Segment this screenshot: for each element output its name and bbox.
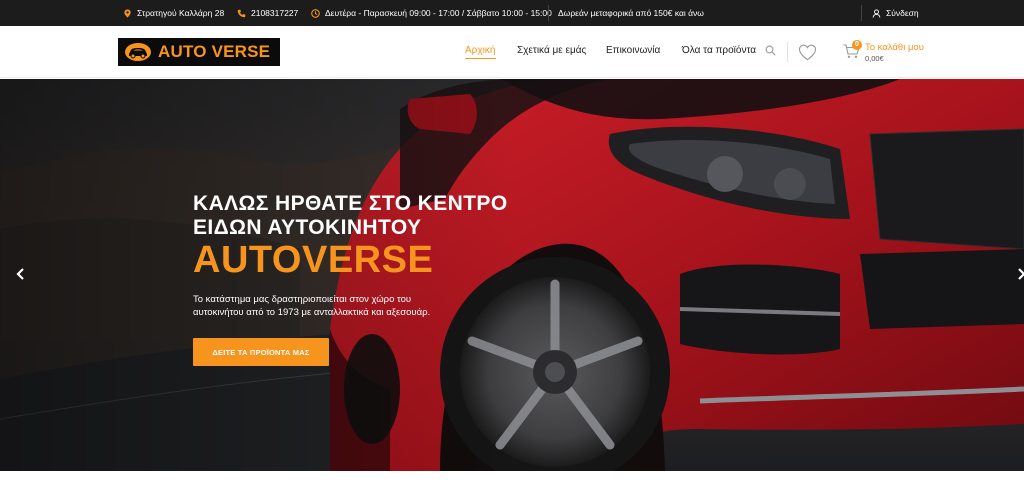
phone-text[interactable]: 2108317227	[251, 8, 298, 18]
hero-description-line: αυτοκινήτου από το 1973 με ανταλλακτικά …	[193, 307, 431, 318]
nav-item-contact[interactable]: Επικοινωνία	[606, 45, 660, 56]
car-logo-icon	[125, 43, 151, 61]
address-info: Στρατηγού Καλλάρη 28	[123, 0, 224, 26]
main-header: AUTO VERSE Αρχική Σχετικά με εμάς Επικοι…	[0, 26, 1024, 78]
shipping-text: Δωρεάν μεταφορικά από 150€ και άνω	[558, 8, 704, 18]
hero-slider: ΚΑΛΩΣ ΗΡΘΑΤΕ ΣΤΟ ΚΕΝΤΡΟ ΕΙΔΩΝ ΑΥΤΟΚΙΝΗΤΟ…	[0, 79, 1024, 471]
cart-button[interactable]: 0 Το καλάθι μου 0,00€	[843, 40, 943, 66]
hero-car-image	[0, 79, 1024, 471]
login-link[interactable]: Σύνδεση	[872, 0, 919, 26]
clock-icon	[311, 8, 320, 18]
logo-text: AUTO VERSE	[158, 42, 271, 61]
cart-label[interactable]: Το καλάθι μου	[865, 42, 924, 53]
nav-item-about[interactable]: Σχετικά με εμάς	[517, 45, 586, 56]
hero-title: ΚΑΛΩΣ ΗΡΘΑΤΕ ΣΤΟ ΚΕΝΤΡΟ ΕΙΔΩΝ ΑΥΤΟΚΙΝΗΤΟ…	[193, 192, 508, 240]
slider-next-arrow-icon[interactable]	[1014, 267, 1024, 281]
hours-text: Δευτέρα - Παρασκευή 09:00 - 17:00 / Σάββ…	[325, 8, 552, 18]
hero-title-line: ΚΑΛΩΣ ΗΡΘΑΤΕ ΣΤΟ ΚΕΝΤΡΟ	[193, 192, 508, 215]
wishlist-heart-icon[interactable]	[798, 44, 817, 61]
hero-title-line: ΕΙΔΩΝ ΑΥΤΟΚΙΝΗΤΟΥ	[193, 216, 422, 239]
nav-item-home[interactable]: Αρχική	[465, 45, 495, 56]
search-icon[interactable]	[765, 45, 776, 56]
active-nav-underline	[465, 58, 496, 59]
site-logo[interactable]: AUTO VERSE	[118, 38, 280, 66]
slider-prev-arrow-icon[interactable]	[14, 267, 28, 281]
address-text: Στρατηγού Καλλάρη 28	[137, 8, 225, 18]
cart-amount: 0,00€	[865, 54, 884, 63]
phone-icon	[237, 9, 246, 17]
page-content-start	[0, 471, 1024, 490]
cart-count-badge: 0	[852, 40, 862, 50]
header-divider	[787, 42, 788, 62]
user-icon	[872, 8, 881, 18]
login-label[interactable]: Σύνδεση	[886, 8, 919, 18]
top-bar: Στρατηγού Καλλάρη 28 2108317227 Δευτέρα …	[0, 0, 1024, 26]
shipping-info: Δωρεάν μεταφορικά από 150€ και άνω	[558, 0, 704, 26]
hours-info: Δευτέρα - Παρασκευή 09:00 - 17:00 / Σάββ…	[311, 0, 552, 26]
topbar-divider	[548, 5, 549, 21]
hero-brand-name: AUTOVERSE	[193, 239, 434, 281]
topbar-divider	[861, 5, 862, 21]
view-products-button[interactable]: ΔΕΙΤΕ ΤΑ ΠΡΟΪΟΝΤΑ ΜΑΣ	[193, 338, 329, 366]
hero-description: Το κατάστημα μας δραστηριοποιείται στον …	[193, 293, 430, 319]
hero-description-line: Το κατάστημα μας δραστηριοποιείται στον …	[193, 294, 412, 305]
location-pin-icon	[124, 8, 131, 18]
phone-info[interactable]: 2108317227	[237, 0, 298, 26]
nav-item-all-products[interactable]: Όλα τα προϊόντα	[682, 45, 756, 56]
